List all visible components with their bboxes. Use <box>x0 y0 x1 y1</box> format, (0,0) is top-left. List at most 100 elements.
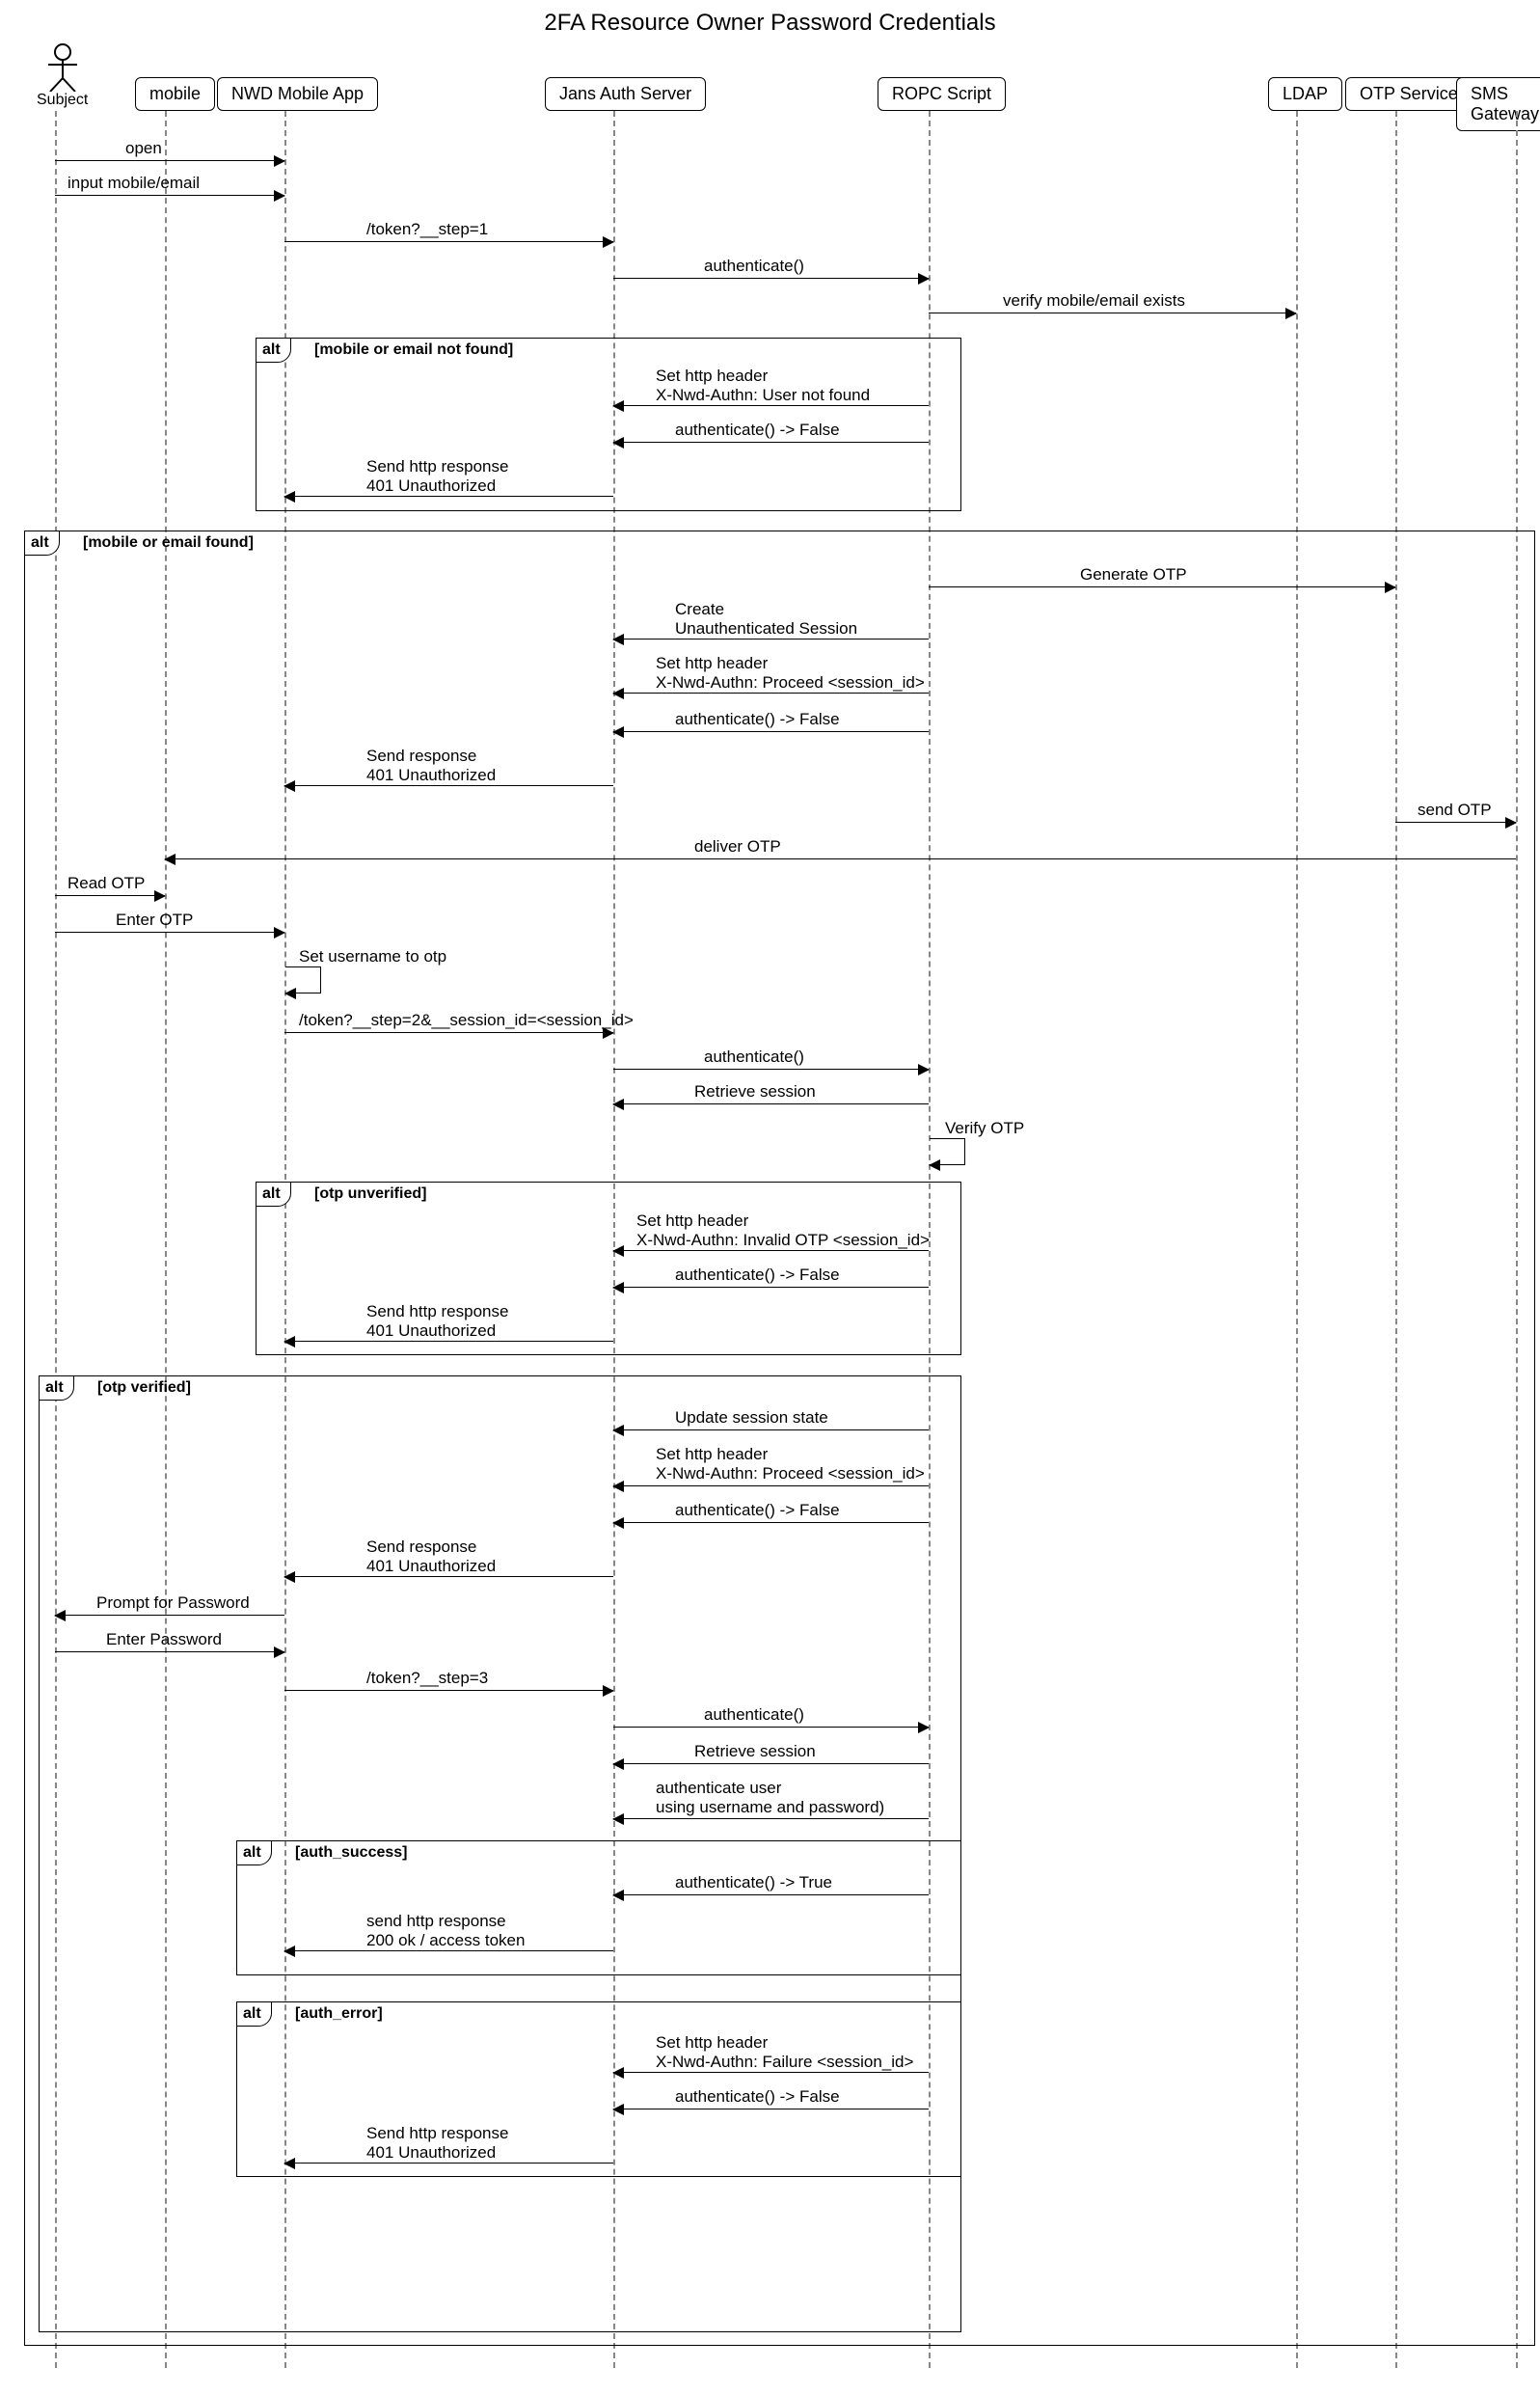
alt-frame-notfound: alt [mobile or email not found] <box>256 338 961 511</box>
self-message <box>930 1138 965 1165</box>
participant-ropc: ROPC Script <box>878 77 1006 111</box>
actor-subject: Subject <box>37 43 88 109</box>
arrow <box>613 731 929 732</box>
participant-app: NWD Mobile App <box>217 77 378 111</box>
msg-label: authenticate() -> False <box>675 2087 840 2107</box>
arrow <box>284 496 613 497</box>
msg-label: Set http header X-Nwd-Authn: Proceed <se… <box>656 654 925 694</box>
alt-condition: [otp verified] <box>97 1379 191 1397</box>
arrow <box>613 1429 929 1430</box>
msg-label: deliver OTP <box>694 837 781 857</box>
alt-frame-auth-success: alt [auth_success] <box>236 1840 961 1975</box>
arrow <box>55 1615 284 1616</box>
arrow <box>613 1727 929 1728</box>
msg-label: authenticate() -> False <box>675 1501 840 1520</box>
arrow <box>55 895 165 896</box>
arrow <box>613 1763 929 1764</box>
msg-label: authenticate() -> False <box>675 1266 840 1285</box>
msg-label: Enter OTP <box>116 911 193 930</box>
stick-figure-icon <box>37 43 88 92</box>
msg-label: Generate OTP <box>1080 565 1187 585</box>
alt-label: alt <box>256 338 291 363</box>
arrow <box>55 932 284 933</box>
self-message <box>285 966 321 993</box>
alt-frame-otp-unverified: alt [otp unverified] <box>256 1182 961 1355</box>
participant-otp: OTP Service <box>1345 77 1472 111</box>
arrow <box>613 405 929 406</box>
arrow <box>613 1522 929 1523</box>
participant-ldap: LDAP <box>1268 77 1342 111</box>
arrow <box>613 1818 929 1819</box>
arrow <box>55 195 284 196</box>
arrow <box>613 639 929 640</box>
msg-label: Set http header X-Nwd-Authn: User not fo… <box>656 367 870 406</box>
arrow <box>284 1341 613 1342</box>
arrow <box>284 2163 613 2164</box>
alt-condition: [auth_error] <box>295 2005 383 2023</box>
alt-label: alt <box>39 1375 74 1401</box>
arrow <box>613 1485 929 1486</box>
arrow <box>929 586 1395 587</box>
msg-label: authenticate user using username and pas… <box>656 1779 884 1818</box>
arrow <box>284 1032 613 1033</box>
participant-mobile: mobile <box>135 77 215 111</box>
msg-label: Send http response 401 Unauthorized <box>366 457 508 497</box>
msg-label: authenticate() <box>704 1048 804 1067</box>
diagram-title: 2FA Resource Owner Password Credentials <box>0 10 1540 37</box>
arrow <box>284 241 613 242</box>
arrow <box>613 442 929 443</box>
msg-label: Enter Password <box>106 1630 222 1649</box>
alt-frame-auth-error: alt [auth_error] <box>236 2001 961 2177</box>
arrow <box>613 1287 929 1288</box>
alt-label: alt <box>236 1840 272 1865</box>
msg-label: Create Unauthenticated Session <box>675 600 857 640</box>
arrow <box>613 1069 929 1070</box>
arrow <box>613 1250 929 1251</box>
msg-label: Send http response 401 Unauthorized <box>366 2124 508 2164</box>
msg-label: /token?__step=1 <box>366 220 488 239</box>
msg-label: authenticate() -> True <box>675 1873 832 1892</box>
arrow <box>613 2072 929 2073</box>
arrow <box>613 693 929 694</box>
msg-label: authenticate() -> False <box>675 421 840 440</box>
msg-label: Send http response 401 Unauthorized <box>366 1302 508 1342</box>
arrow <box>284 1690 613 1691</box>
msg-label: authenticate() <box>704 257 804 276</box>
arrow <box>1395 822 1516 823</box>
msg-label: Read OTP <box>68 874 145 893</box>
arrow <box>55 160 284 161</box>
msg-label: open <box>125 139 162 158</box>
actor-label: Subject <box>37 92 88 109</box>
participant-sms: SMS Gateway <box>1456 77 1540 131</box>
alt-label: alt <box>24 531 60 556</box>
sequence-diagram: 2FA Resource Owner Password Credentials … <box>0 0 1540 2395</box>
msg-label: send OTP <box>1418 801 1492 820</box>
msg-label: authenticate() -> False <box>675 710 840 729</box>
arrow <box>284 1576 613 1577</box>
arrow <box>284 1950 613 1951</box>
arrow <box>613 278 929 279</box>
msg-label: input mobile/email <box>68 174 200 193</box>
msg-label: Prompt for Password <box>96 1593 250 1613</box>
arrow <box>613 1103 929 1104</box>
msg-label: send http response 200 ok / access token <box>366 1912 525 1951</box>
msg-label: Update session state <box>675 1408 828 1428</box>
msg-label: Set http header X-Nwd-Authn: Invalid OTP… <box>636 1211 930 1251</box>
alt-condition: [auth_success] <box>295 1844 408 1862</box>
arrow <box>55 1651 284 1652</box>
arrow <box>284 785 613 786</box>
msg-label: /token?__step=3 <box>366 1669 488 1688</box>
participant-jans: Jans Auth Server <box>545 77 706 111</box>
alt-condition: [mobile or email not found] <box>314 341 513 359</box>
msg-label: Retrieve session <box>694 1742 816 1761</box>
msg-label: authenticate() <box>704 1705 804 1725</box>
msg-label: Set username to otp <box>299 947 446 966</box>
msg-label: Set http header X-Nwd-Authn: Failure <se… <box>656 2033 913 2073</box>
msg-label: Retrieve session <box>694 1082 816 1102</box>
msg-label: Set http header X-Nwd-Authn: Proceed <se… <box>656 1445 925 1484</box>
alt-condition: [mobile or email found] <box>83 534 254 552</box>
msg-label: /token?__step=2&__session_id=<session_id… <box>299 1011 634 1030</box>
msg-label: Send response 401 Unauthorized <box>366 1538 496 1577</box>
alt-label: alt <box>256 1182 291 1207</box>
msg-label: Verify OTP <box>945 1119 1024 1138</box>
